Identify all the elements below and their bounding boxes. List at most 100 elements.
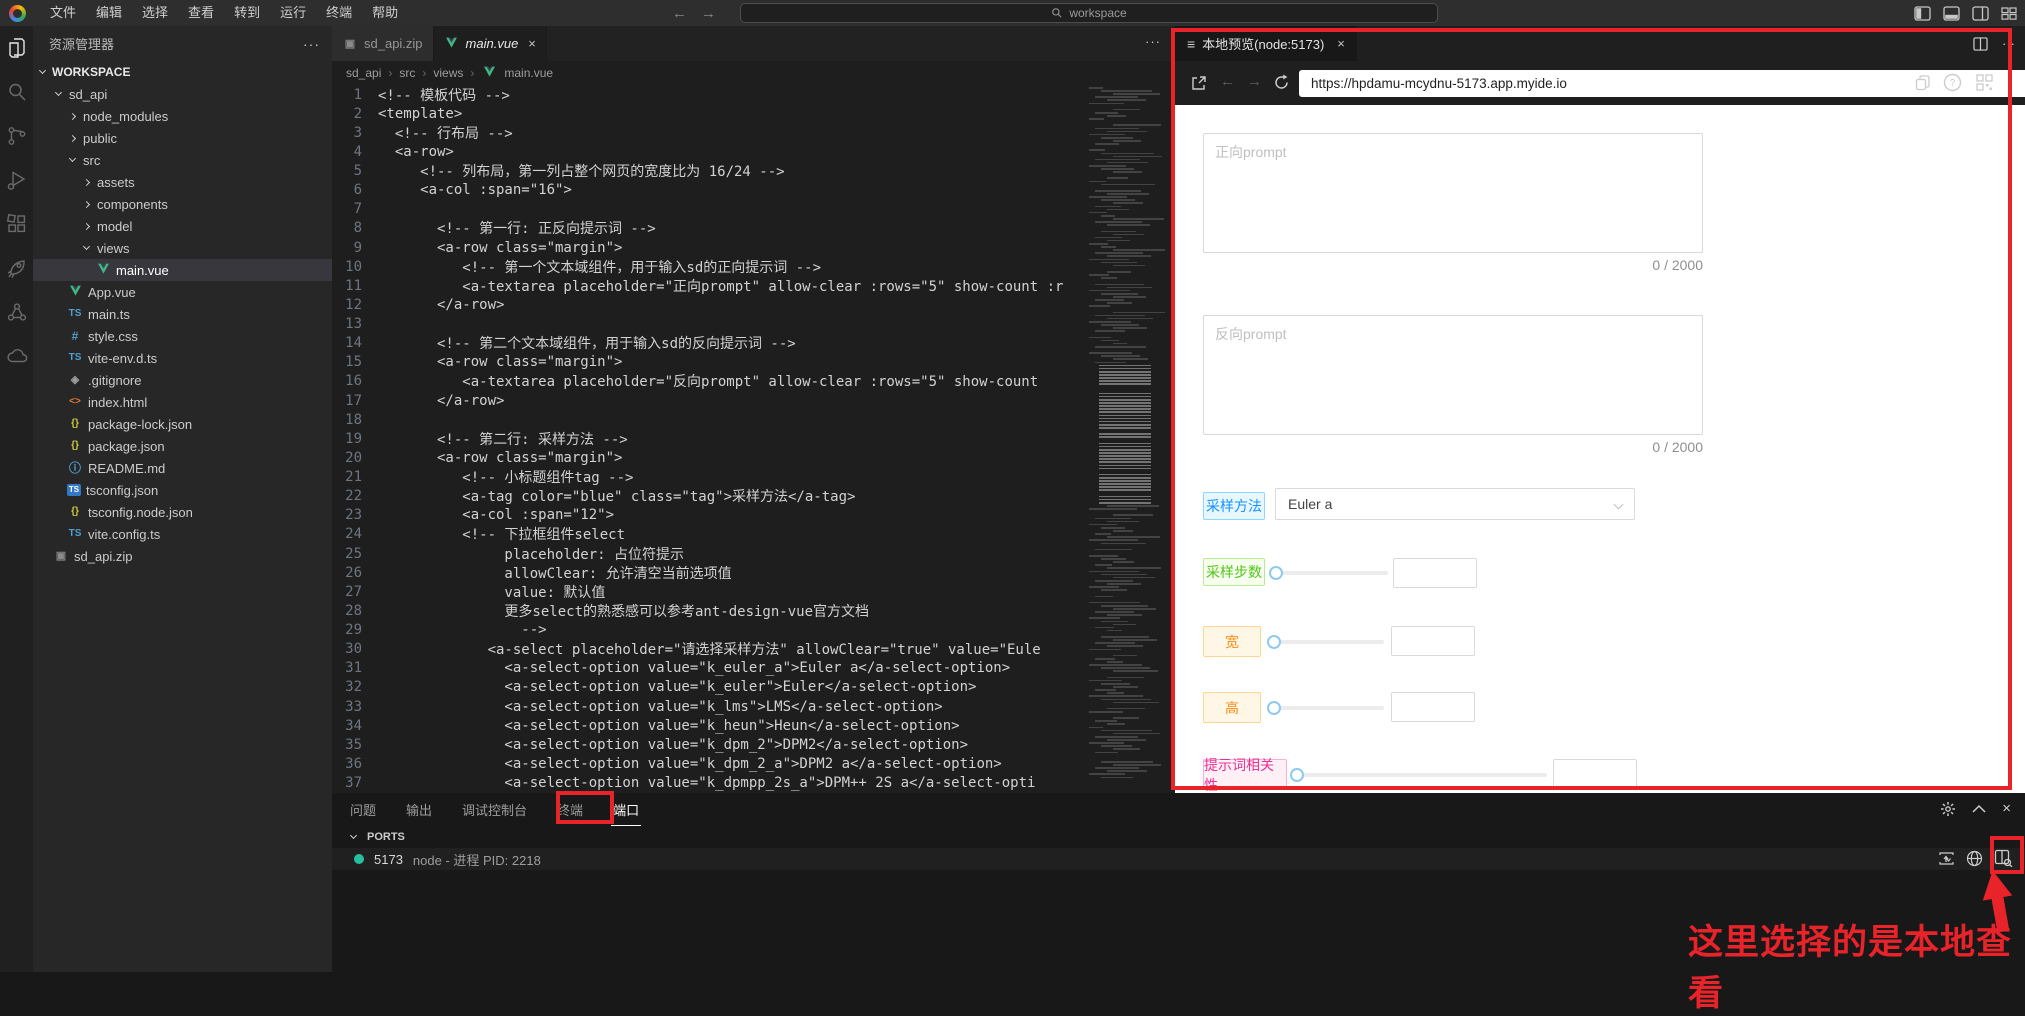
code-line-34[interactable]: 34 <a-select-option value="k_heun">Heun<…: [332, 716, 1085, 735]
open-external-icon[interactable]: [1190, 75, 1207, 92]
nav-forward-icon[interactable]: →: [701, 5, 716, 22]
code-line-29[interactable]: 29 -->: [332, 621, 1085, 640]
cfg-slider-handle[interactable]: [1290, 768, 1304, 782]
code-line-3[interactable]: 3 <!-- 行布局 -->: [332, 123, 1085, 142]
cfg-input[interactable]: [1553, 759, 1637, 789]
tree-item-tsconfig.node.json[interactable]: {}tsconfig.node.json: [33, 501, 332, 523]
code-line-28[interactable]: 28 更多select的熟悉感可以参考ant-design-vue官方文档: [332, 601, 1085, 620]
open-in-browser-globe-icon[interactable]: [1966, 850, 1983, 867]
close-icon[interactable]: ×: [1337, 36, 1345, 51]
steps-slider-handle[interactable]: [1269, 566, 1283, 580]
steps-slider-rail[interactable]: [1276, 571, 1388, 575]
code-line-24[interactable]: 24 <!-- 下拉框组件select: [332, 525, 1085, 544]
settings-gear-icon[interactable]: [1940, 801, 1956, 817]
menu-item-终端[interactable]: 终端: [316, 0, 362, 26]
steps-input[interactable]: [1393, 558, 1477, 588]
tree-item-main.vue[interactable]: main.vue: [33, 259, 332, 281]
positive-prompt-textarea[interactable]: [1203, 133, 1703, 253]
tree-item-package-lock.json[interactable]: {}package-lock.json: [33, 413, 332, 435]
width-slider-rail[interactable]: [1274, 640, 1384, 644]
code-line-17[interactable]: 17 </a-row>: [332, 391, 1085, 410]
tree-item-src[interactable]: src: [33, 149, 332, 171]
code-line-14[interactable]: 14 <!-- 第二个文本域组件，用于输入sd的反向提示词 -->: [332, 334, 1085, 353]
code-line-4[interactable]: 4 <a-row>: [332, 142, 1085, 161]
code-line-5[interactable]: 5 <!-- 列布局，第一列占整个网页的宽度比为 16/24 -->: [332, 162, 1085, 181]
code-line-7[interactable]: 7: [332, 200, 1085, 219]
search-input[interactable]: workspace: [740, 3, 1438, 23]
tree-item-public[interactable]: public: [33, 127, 332, 149]
code-line-31[interactable]: 31 <a-select-option value="k_euler_a">Eu…: [332, 659, 1085, 678]
editor-tab-sd_api.zip[interactable]: ▣sd_api.zip: [332, 26, 434, 61]
tree-item-style.css[interactable]: #style.css: [33, 325, 332, 347]
code-line-32[interactable]: 32 <a-select-option value="k_euler">Eule…: [332, 678, 1085, 697]
forward-port-icon[interactable]: [1938, 850, 1955, 867]
tree-item-README.md[interactable]: ⓘREADME.md: [33, 457, 332, 479]
layout-panel-icon[interactable]: [1943, 6, 1960, 21]
code-line-21[interactable]: 21 <!-- 小标题组件tag -->: [332, 468, 1085, 487]
browser-back-icon[interactable]: ←: [1220, 73, 1235, 90]
editor-more-icon[interactable]: ···: [1145, 34, 1161, 49]
code-line-23[interactable]: 23 <a-col :span="12">: [332, 506, 1085, 525]
code-line-11[interactable]: 11 <a-textarea placeholder="正向prompt" al…: [332, 276, 1085, 295]
organization-icon[interactable]: [5, 300, 29, 324]
code-line-15[interactable]: 15 <a-row class="margin">: [332, 353, 1085, 372]
panel-tab-端口[interactable]: 端口: [611, 794, 641, 826]
breadcrumb-item-views[interactable]: views: [433, 66, 463, 80]
code-line-26[interactable]: 26 allowClear: 允许清空当前选项值: [332, 563, 1085, 582]
code-line-6[interactable]: 6 <a-col :span="16">: [332, 181, 1085, 200]
run-debug-icon[interactable]: [5, 168, 29, 192]
code-line-8[interactable]: 8 <!-- 第一行: 正反向提示词 -->: [332, 219, 1085, 238]
code-line-27[interactable]: 27 value: 默认值: [332, 582, 1085, 601]
preview-tab[interactable]: ≡ 本地预览(node:5173) ×: [1175, 26, 1357, 61]
height-slider-rail[interactable]: [1274, 706, 1384, 710]
code-line-2[interactable]: 2<template>: [332, 104, 1085, 123]
extensions-icon[interactable]: [5, 212, 29, 236]
cfg-slider-rail[interactable]: [1297, 773, 1547, 777]
code-line-33[interactable]: 33 <a-select-option value="k_lms">LMS</a…: [332, 697, 1085, 716]
close-icon[interactable]: ×: [528, 36, 536, 51]
menu-item-选择[interactable]: 选择: [132, 0, 178, 26]
port-row[interactable]: 5173 node - 进程 PID: 2218: [332, 848, 2025, 870]
code-line-1[interactable]: 1<!-- 模板代码 -->: [332, 85, 1085, 104]
negative-prompt-textarea[interactable]: [1203, 315, 1703, 435]
maximize-panel-icon[interactable]: [1972, 804, 1986, 813]
tree-item-vite-env.d.ts[interactable]: TSvite-env.d.ts: [33, 347, 332, 369]
code-line-13[interactable]: 13: [332, 315, 1085, 334]
explorer-icon[interactable]: [5, 36, 29, 60]
code-line-35[interactable]: 35 <a-select-option value="k_dpm_2">DPM2…: [332, 735, 1085, 754]
layout-sidebar-left-icon[interactable]: [1914, 6, 1931, 21]
height-input[interactable]: [1391, 692, 1475, 722]
panel-tab-终端[interactable]: 终端: [555, 794, 585, 825]
customize-layout-icon[interactable]: [2001, 6, 2017, 21]
workspace-root[interactable]: WORKSPACE: [33, 61, 332, 83]
code-line-25[interactable]: 25 placeholder: 占位符提示: [332, 544, 1085, 563]
tree-item-main.ts[interactable]: TSmain.ts: [33, 303, 332, 325]
code-line-12[interactable]: 12 </a-row>: [332, 295, 1085, 314]
panel-tab-问题[interactable]: 问题: [348, 794, 378, 825]
tree-item-model[interactable]: model: [33, 215, 332, 237]
minimap[interactable]: [1085, 87, 1165, 787]
nav-back-icon[interactable]: ←: [672, 5, 687, 22]
tree-item-components[interactable]: components: [33, 193, 332, 215]
breadcrumb-item-src[interactable]: src: [399, 66, 415, 80]
tree-item-.gitignore[interactable]: ◈.gitignore: [33, 369, 332, 391]
menu-item-编辑[interactable]: 编辑: [86, 0, 132, 26]
layout-sidebar-right-icon[interactable]: [1972, 6, 1989, 21]
code-line-9[interactable]: 9 <a-row class="margin">: [332, 238, 1085, 257]
more-actions-icon[interactable]: ···: [2002, 36, 2015, 51]
code-line-18[interactable]: 18: [332, 410, 1085, 429]
tree-item-vite.config.ts[interactable]: TSvite.config.ts: [33, 523, 332, 545]
menu-item-运行[interactable]: 运行: [270, 0, 316, 26]
tree-item-sd_api.zip[interactable]: ▣sd_api.zip: [33, 545, 332, 567]
close-panel-icon[interactable]: ×: [2002, 800, 2011, 817]
panel-tab-调试控制台[interactable]: 调试控制台: [460, 794, 529, 825]
cloud-icon[interactable]: [5, 344, 29, 368]
menu-item-文件[interactable]: 文件: [40, 0, 86, 26]
menu-item-帮助[interactable]: 帮助: [362, 0, 408, 26]
breadcrumb-item-main.vue[interactable]: main.vue: [504, 66, 553, 80]
breadcrumb[interactable]: sd_api›src›views›main.vue: [332, 61, 1175, 85]
source-control-icon[interactable]: [5, 124, 29, 148]
height-slider-handle[interactable]: [1267, 701, 1281, 715]
ports-section-header[interactable]: PORTS: [332, 826, 2025, 848]
tree-item-index.html[interactable]: <>index.html: [33, 391, 332, 413]
